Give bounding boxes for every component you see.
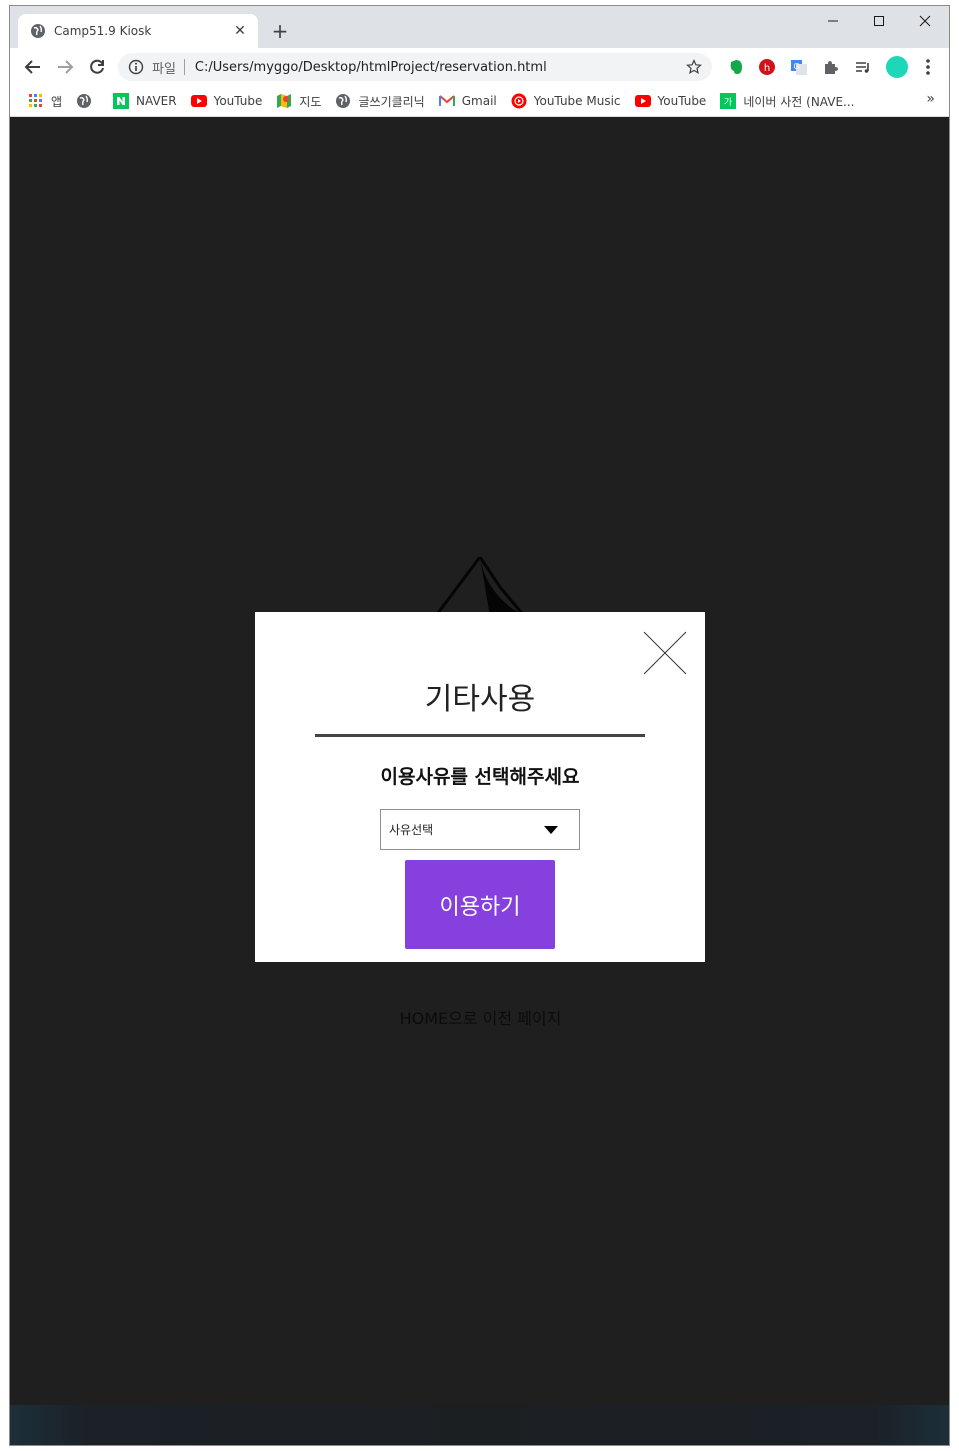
forward-arrow-icon: [58, 60, 74, 74]
bookmark-label: YouTube: [657, 94, 707, 108]
google-translate-extension[interactable]: G: [789, 57, 809, 77]
bookmark-label: YouTube Music: [533, 94, 621, 108]
svg-text:G: G: [793, 62, 799, 71]
maps-icon: [276, 93, 292, 109]
youtube-icon: [634, 93, 651, 109]
tab-strip: Camp51.9 Kiosk ✕ +: [10, 6, 949, 48]
tent-logo-icon: [433, 557, 527, 617]
globe-icon: [31, 24, 45, 38]
svg-text:h: h: [764, 63, 770, 74]
reload-icon: [90, 59, 104, 74]
forward-button[interactable]: [53, 55, 77, 79]
dropdown-arrow-icon: [544, 825, 558, 834]
bookmark-label: 앱: [51, 94, 63, 109]
globe-icon: [76, 93, 92, 109]
modal-close-icon[interactable]: [643, 631, 687, 675]
globe-icon: [335, 93, 351, 109]
svg-text:가: 가: [724, 97, 732, 108]
scheme-label: 파일: [152, 61, 176, 77]
more-bookmarks-button[interactable]: »: [926, 91, 935, 107]
address-bar[interactable]: 파일 C:/Users/myggo/Desktop/htmlProject/re…: [118, 53, 712, 81]
reload-button[interactable]: [85, 55, 109, 79]
minimize-icon: [828, 20, 838, 22]
evernote-extension[interactable]: [726, 57, 746, 77]
bookmark-naver-dictionary[interactable]: 가 네이버 사전 (NAVE...: [714, 89, 860, 113]
tab-title: Camp51.9 Kiosk: [54, 24, 152, 38]
back-button[interactable]: [21, 55, 45, 79]
close-window-icon: [919, 15, 931, 27]
bookmark-apps[interactable]: 앱: [22, 89, 68, 113]
bookmark-youtube[interactable]: YouTube: [185, 89, 269, 113]
other-use-modal: 기타사용 이용사유를 선택해주세요 사유선택 이용하기: [255, 612, 705, 962]
maximize-button[interactable]: [856, 6, 902, 36]
page-viewport: HOME으로 이전 페이지 기타사용 이용사유를 선택해주세요 사유선택 이용하…: [10, 117, 949, 1445]
translate-icon: G: [791, 60, 807, 75]
tab-close-icon[interactable]: ✕: [232, 23, 248, 39]
red-circle-extension-icon: h: [759, 59, 775, 75]
youtube-icon: [190, 93, 207, 109]
bookmark-label: NAVER: [136, 94, 177, 108]
bookmark-label: YouTube: [213, 94, 263, 108]
bookmark-label: Gmail: [461, 94, 497, 108]
bookmark-label: 지도: [299, 94, 322, 109]
bookmark-youtube-2[interactable]: YouTube: [629, 89, 713, 113]
browser-toolbar: 파일 C:/Users/myggo/Desktop/htmlProject/re…: [10, 48, 949, 86]
browser-window: Camp51.9 Kiosk ✕ + 파일 C:/Users/myggo/Des…: [9, 5, 950, 1446]
gmail-icon: [438, 93, 455, 109]
profile-avatar-icon: [886, 56, 908, 78]
use-button[interactable]: 이용하기: [405, 860, 555, 949]
reason-prompt: 이용사유를 선택해주세요: [380, 766, 580, 788]
new-tab-button[interactable]: +: [268, 20, 292, 44]
reason-select-value: 사유선택: [389, 823, 434, 837]
reason-select[interactable]: 사유선택: [380, 809, 580, 850]
red-extension[interactable]: h: [757, 57, 777, 77]
menu-button[interactable]: [918, 57, 938, 77]
profile-button[interactable]: [885, 55, 909, 79]
youtube-music-icon: [511, 93, 527, 109]
kebab-menu-icon: [926, 59, 930, 75]
url-text[interactable]: C:/Users/myggo/Desktop/htmlProject/reser…: [195, 60, 686, 75]
bookmark-label: 네이버 사전 (NAVE...: [743, 94, 855, 109]
media-control-button[interactable]: [853, 57, 873, 77]
bookmark-star-icon[interactable]: [686, 59, 702, 75]
naver-dictionary-icon: 가: [720, 93, 737, 109]
bookmark-naver[interactable]: NAVER: [107, 89, 183, 113]
bookmark-label: 글쓰기클리닉: [358, 94, 425, 109]
close-window-button[interactable]: [902, 6, 948, 36]
naver-icon: [113, 93, 130, 109]
extensions-button[interactable]: [821, 57, 841, 77]
bookmark-writing-clinic[interactable]: 글쓰기클리닉: [329, 89, 430, 113]
home-previous-page-link[interactable]: HOME으로 이전 페이지: [10, 1005, 949, 1029]
bookmark-globe[interactable]: [70, 89, 105, 113]
title-divider: [315, 734, 645, 737]
modal-title: 기타사용: [424, 682, 536, 717]
evernote-icon: [730, 60, 742, 74]
bookmarks-bar: 앱 NAVER YouTube 지도 글쓰기클리닉 Gmail YouTube …: [10, 86, 949, 117]
address-separator: [183, 59, 185, 75]
bottom-bar: [10, 1405, 949, 1445]
tab-camp-kiosk[interactable]: Camp51.9 Kiosk ✕: [18, 14, 258, 48]
playlist-icon: [856, 62, 869, 73]
minimize-button[interactable]: [810, 6, 856, 36]
puzzle-icon: [825, 61, 838, 74]
apps-grid-icon: [28, 93, 44, 109]
info-icon[interactable]: [128, 59, 144, 75]
bookmark-youtube-music[interactable]: YouTube Music: [505, 89, 627, 113]
back-arrow-icon: [24, 60, 40, 74]
bookmark-gmail[interactable]: Gmail: [433, 89, 503, 113]
maximize-icon: [874, 16, 884, 26]
bookmark-maps[interactable]: 지도: [270, 89, 327, 113]
